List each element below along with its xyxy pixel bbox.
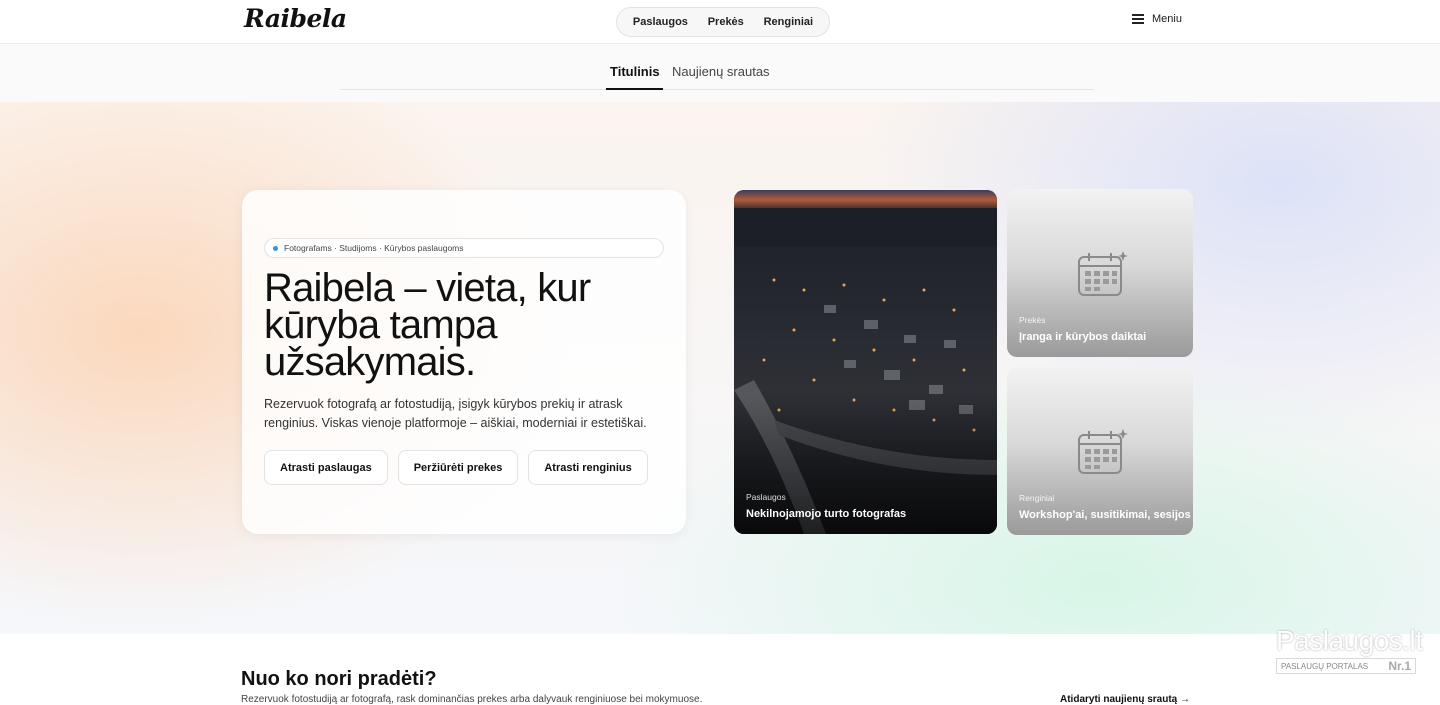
view-products-button[interactable]: Peržiūrėti prekes — [397, 450, 519, 485]
hero-section: Fotografams · Studijoms · Kūrybos paslau… — [0, 102, 1440, 634]
card-title: Nekilnojamojo turto fotografas — [746, 508, 907, 520]
main-nav: Paslaugos Prekės Renginiai — [616, 7, 830, 37]
card-category: Renginiai — [1019, 493, 1055, 503]
card-caption: Renginiai Workshop'ai, susitikimai, sesi… — [1019, 493, 1191, 521]
section-subtitle: Rezervuok fotostudiją ar fotografą, rask… — [241, 694, 703, 705]
tab-titulinis[interactable]: Titulinis — [606, 64, 663, 90]
find-events-button[interactable]: Atrasti renginius — [528, 450, 648, 485]
menu-button[interactable]: Meniu — [1132, 13, 1182, 25]
audience-chip: Fotografams · Studijoms · Kūrybos paslau… — [264, 238, 664, 258]
calendar-icon — [1078, 429, 1128, 474]
hero-subtitle: Rezervuok fotografą ar fotostudiją, įsig… — [264, 395, 664, 433]
events-card[interactable]: Renginiai Workshop'ai, susitikimai, sesi… — [1007, 367, 1193, 535]
card-title: Workshop'ai, susitikimai, sesijos — [1019, 509, 1191, 521]
hero-subtitle-line: renginius. Viskas vienoje platformoje – … — [264, 416, 647, 430]
hero-title-line: užsakymais. — [264, 340, 476, 384]
hero-card: Fotografams · Studijoms · Kūrybos paslau… — [242, 190, 686, 534]
subnav-tabs: Titulinis Naujienų srautas — [340, 44, 1094, 90]
nav-item-paslaugos[interactable]: Paslaugos — [633, 16, 688, 28]
card-title: Įranga ir kūrybos daiktai — [1019, 331, 1147, 343]
section-title: Nuo ko nori pradėti? — [241, 668, 437, 690]
menu-label: Meniu — [1152, 13, 1182, 25]
card-category: Prekės — [1019, 315, 1046, 325]
hero-subtitle-line: Rezervuok fotografą ar fotostudiją, įsig… — [264, 397, 623, 411]
watermark-brand: Paslaugos.lt — [1276, 625, 1423, 656]
tab-naujienu-srautas[interactable]: Naujienų srautas — [672, 64, 770, 79]
watermark-bar: PASLAUGŲ PORTALAS Nr.1 — [1276, 658, 1416, 674]
calendar-icon — [1078, 251, 1128, 296]
hero-buttons: Atrasti paslaugas Peržiūrėti prekes Atra… — [264, 450, 648, 485]
hero-title: Raibela – vieta, kur kūryba tampa užsaky… — [264, 268, 664, 384]
card-category: Paslaugos — [746, 492, 786, 502]
nav-item-renginiai[interactable]: Renginiai — [764, 16, 814, 28]
open-feed-link[interactable]: Atidaryti naujienų srautą → — [1060, 694, 1190, 705]
logo[interactable]: Raibela — [244, 4, 347, 33]
top-header: Raibela Paslaugos Prekės Renginiai Meniu — [0, 0, 1440, 44]
dot-icon — [273, 245, 278, 251]
products-card[interactable]: Prekės Įranga ir kūrybos daiktai — [1007, 189, 1193, 357]
watermark-tagline: PASLAUGŲ PORTALAS — [1281, 661, 1369, 671]
sub-navigation: Titulinis Naujienų srautas — [0, 44, 1440, 102]
aerial-town-photo — [734, 190, 997, 534]
card-caption: Prekės Įranga ir kūrybos daiktai — [1019, 315, 1146, 343]
hamburger-icon — [1132, 14, 1144, 24]
card-caption: Paslaugos Nekilnojamojo turto fotografas — [746, 492, 906, 520]
chip-text: Fotografams · Studijoms · Kūrybos paslau… — [284, 243, 464, 253]
find-services-button[interactable]: Atrasti paslaugas — [264, 450, 388, 485]
watermark: Paslaugos.lt PASLAUGŲ PORTALAS Nr.1 — [1276, 625, 1423, 680]
nav-item-prekes[interactable]: Prekės — [708, 16, 744, 28]
service-card[interactable]: Paslaugos Nekilnojamojo turto fotografas — [734, 190, 997, 534]
watermark-rank: Nr.1 — [1388, 659, 1411, 673]
